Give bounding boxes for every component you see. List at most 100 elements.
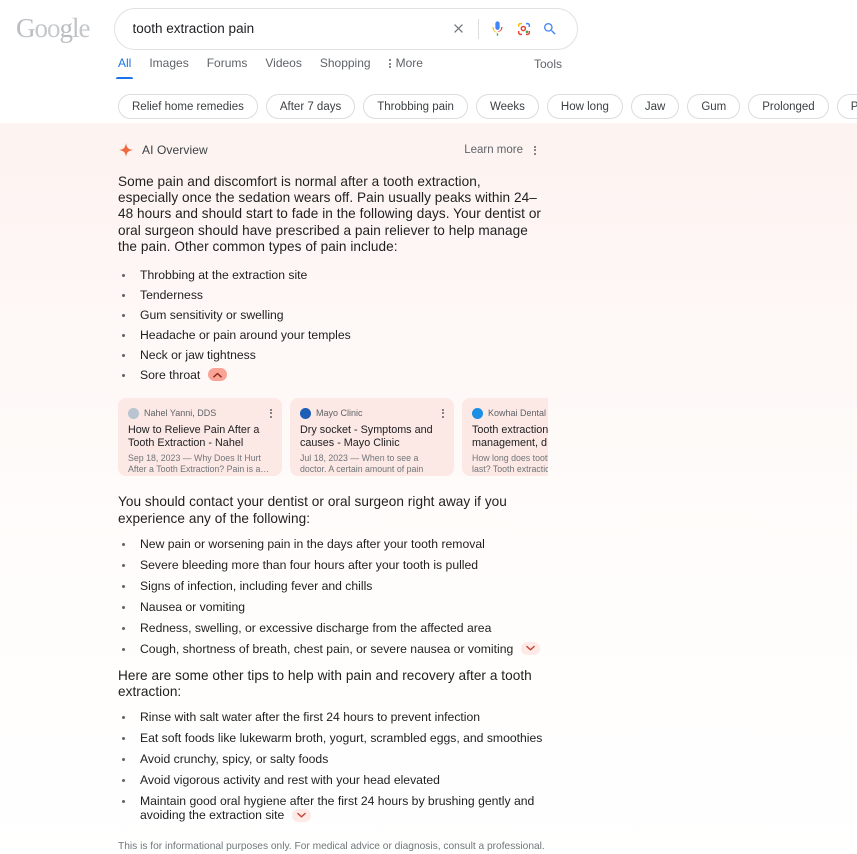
- source-snippet: Sep 18, 2023 — Why Does It Hurt After a …: [128, 453, 270, 474]
- divider: [477, 18, 479, 39]
- source-card[interactable]: Mayo Clinic Dry socket - Symptoms and ca…: [290, 398, 454, 477]
- tab-label: All: [118, 56, 132, 70]
- list-item-text: Maintain good oral hygiene after the fir…: [140, 794, 535, 823]
- source-name: Mayo Clinic: [316, 408, 363, 419]
- google-lens-icon[interactable]: [511, 16, 537, 42]
- list-item: Avoid vigorous activity and rest with yo…: [118, 773, 543, 787]
- list-item-text: Nausea or vomiting: [140, 599, 245, 614]
- collapse-sources-button[interactable]: [207, 368, 227, 382]
- tab-images[interactable]: Images: [149, 57, 188, 79]
- list-item: New pain or worsening pain in the days a…: [118, 537, 543, 551]
- expand-sources-button[interactable]: [291, 808, 311, 822]
- source-card[interactable]: Kowhai Dental Tooth extraction pain mana…: [462, 398, 548, 477]
- list-item-text: New pain or worsening pain in the days a…: [140, 536, 485, 551]
- page-header: Google: [0, 0, 857, 57]
- list-item-text: Eat soft foods like lukewarm broth, yogu…: [140, 731, 543, 746]
- list-item-text: Redness, swelling, or excessive discharg…: [140, 620, 492, 635]
- related-search-chips: Relief home remedies After 7 days Throbb…: [0, 82, 857, 123]
- source-card-header: Nahel Yanni, DDS: [128, 406, 272, 420]
- expand-sources-button[interactable]: [520, 641, 540, 655]
- list-item-text: Neck or jaw tightness: [140, 348, 256, 363]
- chip-relief-home-remedies[interactable]: Relief home remedies: [118, 94, 258, 119]
- tab-label: Videos: [265, 56, 302, 70]
- source-card[interactable]: Nahel Yanni, DDS How to Relieve Pain Aft…: [118, 398, 282, 477]
- favicon-icon: [128, 407, 139, 419]
- ai-overview-header-actions: Learn more: [464, 144, 536, 156]
- favicon-icon: [300, 407, 311, 419]
- list-item: Severe bleeding more than four hours aft…: [118, 558, 543, 572]
- list-item: Throbbing at the extraction site: [118, 268, 543, 282]
- ai-overview-body: Some pain and discomfort is normal after…: [118, 174, 548, 854]
- list-item: Sore throat: [118, 368, 543, 382]
- tips-list: Rinse with salt water after the first 24…: [118, 710, 543, 822]
- microphone-icon[interactable]: [485, 16, 511, 42]
- more-options-icon[interactable]: [270, 408, 272, 418]
- warning-paragraph: You should contact your dentist or oral …: [118, 494, 507, 526]
- search-bar[interactable]: [113, 7, 578, 50]
- tab-forums[interactable]: Forums: [207, 57, 248, 79]
- chip-gum[interactable]: Gum: [687, 94, 741, 119]
- list-item: Eat soft foods like lukewarm broth, yogu…: [118, 731, 543, 745]
- close-icon[interactable]: [446, 16, 472, 42]
- source-snippet: Jul 18, 2023 — When to see a doctor. A c…: [300, 453, 424, 474]
- more-options-icon: [388, 59, 391, 68]
- list-item: Tenderness: [118, 288, 543, 302]
- favicon-icon: [472, 407, 483, 419]
- source-name: Nahel Yanni, DDS: [144, 408, 217, 419]
- google-logo[interactable]: Google: [16, 13, 90, 44]
- chip-prolonged[interactable]: Prolonged: [748, 94, 829, 119]
- search-bar-icons: [446, 16, 563, 42]
- chip-throbbing-pain[interactable]: Throbbing pain: [363, 94, 468, 119]
- tab-more[interactable]: More: [388, 56, 423, 79]
- source-name: Kowhai Dental: [488, 408, 547, 419]
- chip-after-7-days[interactable]: After 7 days: [265, 94, 356, 119]
- list-item-text: Signs of infection, including fever and …: [140, 578, 373, 593]
- search-icon[interactable]: [537, 16, 563, 42]
- list-item: Gum sensitivity or swelling: [118, 308, 543, 322]
- pain-types-list: Throbbing at the extraction site Tendern…: [118, 268, 543, 382]
- learn-more-link[interactable]: Learn more: [464, 144, 523, 156]
- chip-weeks[interactable]: Weeks: [475, 94, 539, 119]
- source-card-header: Mayo Clinic: [300, 406, 444, 420]
- list-item-text: Throbbing at the extraction site: [140, 268, 308, 283]
- disclaimer-line-1: This is for informational purposes only.…: [118, 840, 545, 852]
- tab-all[interactable]: All: [115, 56, 134, 79]
- list-item-text: Gum sensitivity or swelling: [140, 308, 284, 323]
- source-cards: Nahel Yanni, DDS How to Relieve Pain Aft…: [118, 398, 548, 477]
- tab-label: Forums: [206, 56, 248, 70]
- chip-jaw[interactable]: Jaw: [630, 94, 680, 119]
- more-options-icon[interactable]: [442, 408, 444, 418]
- source-title: Dry socket - Symptoms and causes - Mayo …: [300, 424, 433, 450]
- list-item-text: Avoid vigorous activity and rest with yo…: [140, 773, 440, 788]
- tab-videos[interactable]: Videos: [265, 57, 301, 79]
- list-item: Redness, swelling, or excessive discharg…: [118, 621, 543, 635]
- list-item-text: Severe bleeding more than four hours aft…: [140, 557, 479, 572]
- more-options-icon[interactable]: [534, 145, 536, 155]
- tools-button[interactable]: Tools: [534, 57, 562, 71]
- list-item-text: Cough, shortness of breath, chest pain, …: [140, 641, 514, 656]
- list-item: Maintain good oral hygiene after the fir…: [118, 794, 543, 822]
- intro-paragraph: Some pain and discomfort is normal after…: [118, 174, 542, 254]
- search-nav-tabs: All Images Forums Videos Shopping More T…: [0, 57, 857, 82]
- chip-pulsating[interactable]: Pulsating: [836, 94, 857, 119]
- list-item: Headache or pain around your temples: [118, 328, 543, 342]
- tab-shopping[interactable]: Shopping: [320, 57, 371, 79]
- list-item: Neck or jaw tightness: [118, 348, 543, 362]
- list-item: Nausea or vomiting: [118, 600, 543, 614]
- list-item: Cough, shortness of breath, chest pain, …: [118, 642, 543, 656]
- list-item-text: Headache or pain around your temples: [140, 328, 351, 343]
- source-title: How to Relieve Pain After a Tooth Extrac…: [128, 424, 260, 450]
- ai-overview-panel: AI Overview Learn more Some pain and dis…: [0, 123, 857, 854]
- list-item: Rinse with salt water after the first 24…: [118, 710, 543, 724]
- tips-paragraph: Here are some other tips to help with pa…: [118, 667, 532, 700]
- ai-overview-header: AI Overview Learn more: [118, 140, 536, 160]
- source-card-header: Kowhai Dental: [472, 406, 548, 420]
- list-item-text: Rinse with salt water after the first 24…: [140, 710, 481, 725]
- tab-label: More: [395, 56, 423, 70]
- tab-label: Shopping: [319, 56, 371, 70]
- sparkle-icon: [119, 143, 133, 157]
- search-input[interactable]: [132, 21, 446, 36]
- chip-how-long[interactable]: How long: [546, 94, 623, 119]
- warning-signs-list: New pain or worsening pain in the days a…: [118, 537, 543, 656]
- list-item-text: Avoid crunchy, spicy, or salty foods: [140, 752, 329, 767]
